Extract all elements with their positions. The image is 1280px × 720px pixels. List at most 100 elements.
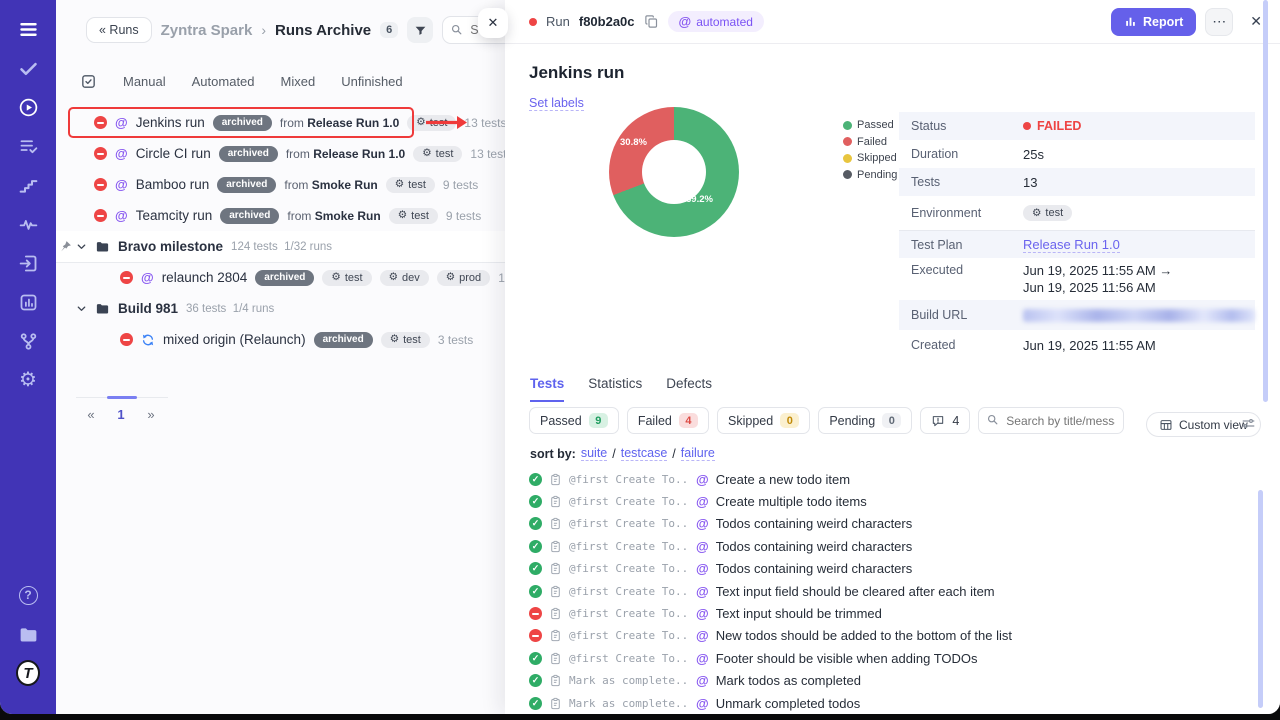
- reports-icon[interactable]: [16, 290, 40, 314]
- gear-icon: ⚙: [390, 334, 399, 345]
- test-row[interactable]: @first Create To... @ New todos should b…: [529, 625, 1262, 647]
- folder-name: Build 981: [118, 301, 178, 316]
- steps-icon[interactable]: [16, 173, 40, 197]
- test-row[interactable]: @first Create To... @ Footer should be v…: [529, 647, 1262, 669]
- sort-by-suite-link[interactable]: suite: [581, 446, 607, 461]
- filter-button[interactable]: [407, 17, 433, 43]
- tests-scrollbar[interactable]: [1258, 490, 1263, 708]
- automated-run-icon: @: [115, 177, 128, 192]
- runs-play-icon[interactable]: [16, 95, 40, 119]
- test-row[interactable]: @first Create To... @ Create a new todo …: [529, 468, 1262, 490]
- back-to-runs-button[interactable]: « Runs: [86, 17, 152, 43]
- test-row[interactable]: Mark as complete... @ Mark todos as comp…: [529, 670, 1262, 692]
- panel-scrollbar[interactable]: [1263, 0, 1268, 402]
- test-row[interactable]: @first Create To... @ Todos containing w…: [529, 558, 1262, 580]
- failed-status-icon: [120, 271, 133, 284]
- run-title: Jenkins run: [529, 63, 1280, 83]
- tab-defects[interactable]: Defects: [666, 376, 712, 402]
- import-icon[interactable]: [16, 251, 40, 275]
- automated-test-icon: @: [696, 651, 709, 666]
- run-name: Bamboo run: [136, 177, 210, 192]
- logo-glyph: T: [16, 660, 40, 686]
- automated-run-icon: @: [115, 115, 128, 130]
- more-options-button[interactable]: ⋯: [1205, 8, 1233, 36]
- projects-folder-icon[interactable]: [16, 622, 40, 646]
- tests-check-icon[interactable]: [16, 56, 40, 80]
- failed-dot-icon: [529, 18, 537, 26]
- folder-stats: 36 tests 1/4 runs: [186, 303, 274, 315]
- pulse-icon[interactable]: [16, 212, 40, 236]
- settings-gear-icon[interactable]: ⚙: [16, 368, 40, 392]
- tab-tests[interactable]: Tests: [530, 376, 564, 402]
- sort-by-testcase-link[interactable]: testcase: [621, 446, 668, 461]
- test-title: Mark todos as completed: [716, 673, 861, 688]
- test-plan-link[interactable]: Release Run 1.0: [1023, 237, 1120, 253]
- archived-badge: archived: [217, 177, 276, 193]
- build-url-redacted[interactable]: [1023, 309, 1255, 322]
- run-row-jenkins[interactable]: @ Jenkins run archived from Release Run …: [56, 107, 505, 138]
- test-plans-icon[interactable]: [16, 134, 40, 158]
- clipboard-icon: [549, 674, 562, 687]
- copy-icon[interactable]: [644, 14, 659, 29]
- clipboard-icon: [549, 697, 562, 710]
- pagination-page-1[interactable]: 1: [106, 398, 136, 430]
- select-runs-icon[interactable]: [80, 73, 97, 90]
- archived-badge: archived: [255, 270, 314, 286]
- tab-unfinished[interactable]: Unfinished: [341, 74, 402, 89]
- run-row-teamcity[interactable]: @ Teamcity run archived from Smoke Run ⚙…: [56, 200, 505, 231]
- chevron-down-icon[interactable]: [76, 241, 87, 252]
- highlight-arrow-icon: [424, 115, 468, 130]
- automated-test-icon: @: [696, 472, 709, 487]
- run-row-circleci[interactable]: @ Circle CI run archived from Release Ru…: [56, 138, 505, 169]
- automated-run-icon: @: [141, 270, 154, 285]
- folder-row-build-981[interactable]: Build 981 36 tests 1/4 runs: [56, 293, 505, 324]
- view-settings-icon[interactable]: [1241, 416, 1256, 436]
- runs-panel-close-button[interactable]: ✕: [478, 8, 508, 38]
- menu-icon[interactable]: [16, 17, 40, 41]
- test-row[interactable]: @first Create To... @ Text input field s…: [529, 580, 1262, 602]
- tests-count: 3 tests: [438, 333, 473, 347]
- test-row[interactable]: @first Create To... @ Todos containing w…: [529, 535, 1262, 557]
- filter-skipped-button[interactable]: Skipped 0: [717, 407, 810, 434]
- test-row[interactable]: @first Create To... @ Text input should …: [529, 602, 1262, 624]
- run-label: Run: [546, 14, 570, 29]
- run-row-mixed-origin[interactable]: mixed origin (Relaunch) archived ⚙test 3…: [56, 324, 505, 355]
- run-name: relaunch 2804: [162, 270, 248, 285]
- search-icon: [450, 23, 463, 36]
- detail-header: Run f80b2a0c @ automated Report ⋯ ✕: [505, 0, 1280, 44]
- detail-close-icon[interactable]: ✕: [1250, 13, 1262, 30]
- test-row[interactable]: @first Create To... @ Todos containing w…: [529, 513, 1262, 535]
- test-title: Create a new todo item: [716, 472, 850, 487]
- donut-failed-label: 30.8%: [620, 137, 647, 148]
- set-labels-link[interactable]: Set labels: [529, 96, 584, 111]
- folder-row-bravo-milestone[interactable]: Bravo milestone 124 tests 1/32 runs: [56, 231, 505, 262]
- comments-filter-button[interactable]: 4: [920, 407, 970, 434]
- breadcrumb-project[interactable]: Zyntra Spark: [161, 22, 253, 39]
- runs-panel-header: « Runs Zyntra Spark › Runs Archive 6: [86, 16, 505, 44]
- tab-statistics[interactable]: Statistics: [588, 376, 642, 402]
- test-row[interactable]: Mark as complete... @ Unmark completed t…: [529, 692, 1262, 714]
- filter-pending-button[interactable]: Pending 0: [818, 407, 912, 434]
- filter-failed-button[interactable]: Failed 4: [627, 407, 709, 434]
- tab-automated[interactable]: Automated: [192, 74, 255, 89]
- pagination-next[interactable]: »: [136, 398, 166, 430]
- run-row-bamboo[interactable]: @ Bamboo run archived from Smoke Run ⚙te…: [56, 169, 505, 200]
- chevron-down-icon[interactable]: [76, 303, 87, 314]
- branches-icon[interactable]: [16, 329, 40, 353]
- filter-passed-button[interactable]: Passed 9: [529, 407, 619, 434]
- automated-test-icon: @: [696, 539, 709, 554]
- tab-mixed[interactable]: Mixed: [281, 74, 316, 89]
- run-row-relaunch-2804[interactable]: @ relaunch 2804 archived ⚙test ⚙dev ⚙pro…: [56, 262, 505, 293]
- tab-manual[interactable]: Manual: [123, 74, 166, 89]
- logo-icon[interactable]: T: [16, 661, 40, 685]
- help-icon[interactable]: ?: [16, 583, 40, 607]
- report-button[interactable]: Report: [1111, 8, 1196, 36]
- test-title: Todos containing weird characters: [716, 561, 913, 576]
- test-row[interactable]: @first Create To... @ Create multiple to…: [529, 490, 1262, 512]
- sort-by-failure-link[interactable]: failure: [681, 446, 715, 461]
- gear-icon: ⚙: [422, 148, 431, 159]
- clipboard-icon: [549, 517, 562, 530]
- tests-search-input[interactable]: [978, 407, 1124, 434]
- pagination-prev[interactable]: «: [76, 398, 106, 430]
- archived-badge: archived: [213, 115, 272, 131]
